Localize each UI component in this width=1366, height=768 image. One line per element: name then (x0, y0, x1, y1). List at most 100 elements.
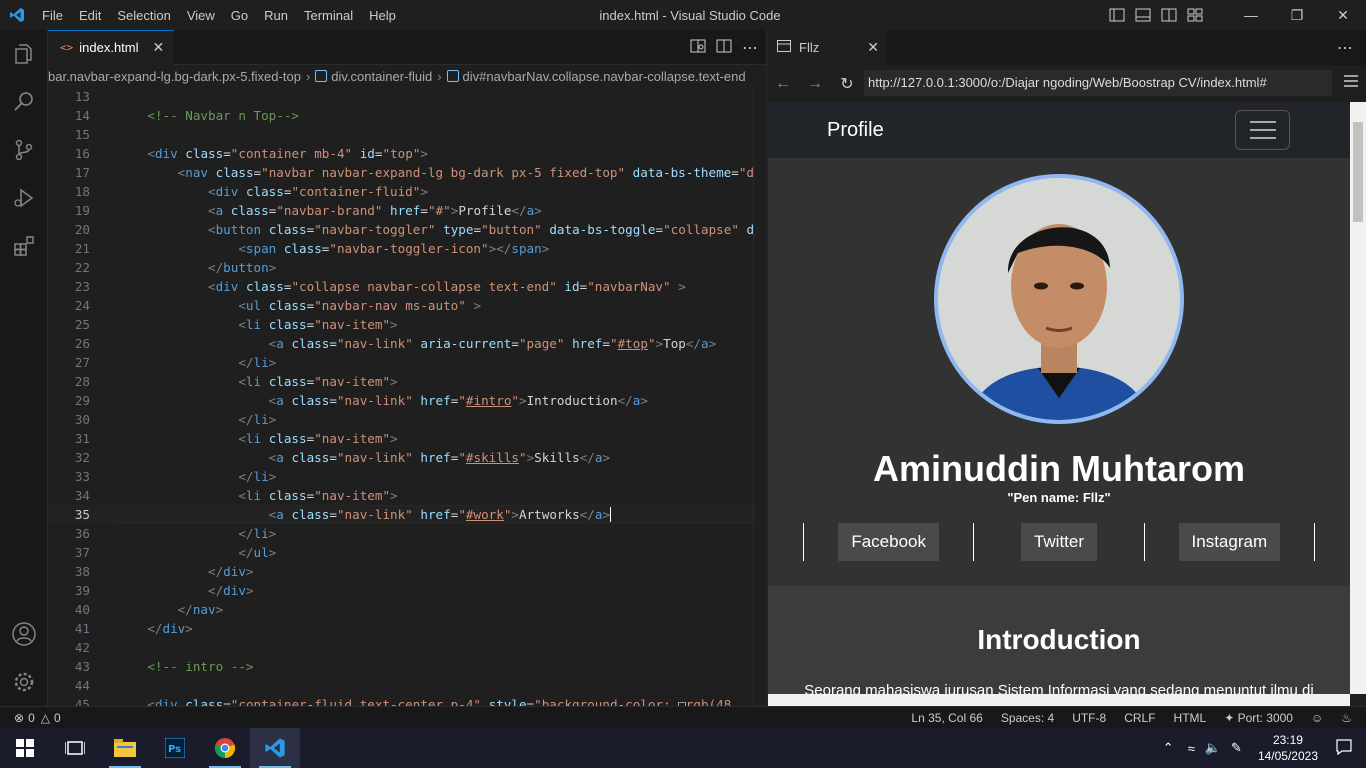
code-line[interactable]: 16 <div class="container mb-4" id="top"> (48, 144, 766, 163)
forward-arrow-icon[interactable]: → (799, 75, 831, 93)
menu-icon[interactable] (1344, 75, 1358, 90)
code-line[interactable]: 30 </li> (48, 410, 766, 429)
menu-terminal[interactable]: Terminal (296, 8, 361, 23)
code-editor[interactable]: 13 14 <!-- Navbar n Top--> 15 16 <div class… (48, 87, 766, 706)
code-line[interactable]: 17 <nav class="navbar navbar-expand-lg b… (48, 163, 766, 182)
volume-icon[interactable]: 🔈 (1205, 740, 1221, 756)
facebook-button[interactable]: Facebook (838, 523, 939, 561)
language-mode[interactable]: HTML (1174, 711, 1207, 725)
menu-edit[interactable]: Edit (71, 8, 109, 23)
chrome-icon[interactable] (200, 728, 250, 768)
code-line[interactable]: 36 </li> (48, 524, 766, 543)
navbar-brand[interactable]: Profile (827, 119, 884, 142)
code-line[interactable]: 23 <div class="collapse navbar-collapse … (48, 277, 766, 296)
code-line[interactable]: 38 </div> (48, 562, 766, 581)
code-line[interactable]: 15 (48, 125, 766, 144)
accounts-icon[interactable] (0, 610, 48, 658)
split-editor-icon[interactable] (716, 38, 732, 57)
settings-gear-icon[interactable] (0, 658, 48, 706)
code-line[interactable]: 26 <a class="nav-link" aria-current="pag… (48, 334, 766, 353)
customize-layout-icon[interactable] (1182, 0, 1208, 30)
tab-index-html[interactable]: <> index.html ✕ (48, 29, 175, 65)
code-line[interactable]: 45 <div class="container-fluid text-cent… (48, 695, 766, 706)
breadcrumb-item[interactable]: div.container-fluid (331, 69, 432, 84)
open-preview-icon[interactable] (690, 38, 706, 57)
reload-icon[interactable]: ↻ (831, 74, 863, 94)
task-view-icon[interactable] (50, 728, 100, 768)
code-line[interactable]: 40 </nav> (48, 600, 766, 619)
code-line[interactable]: 21 <span class="navbar-toggler-icon"></s… (48, 239, 766, 258)
code-line[interactable]: 22 </button> (48, 258, 766, 277)
code-line[interactable]: 34 <li class="nav-item"> (48, 486, 766, 505)
code-line[interactable]: 19 <a class="navbar-brand" href="#">Prof… (48, 201, 766, 220)
minimize-icon[interactable]: — (1228, 0, 1274, 30)
menu-file[interactable]: File (34, 8, 71, 23)
cursor-position[interactable]: Ln 35, Col 66 (911, 711, 982, 725)
close-window-icon[interactable]: ✕ (1320, 0, 1366, 30)
toggle-primary-sidebar-icon[interactable] (1104, 0, 1130, 30)
menu-selection[interactable]: Selection (109, 8, 178, 23)
navbar-toggler-button[interactable] (1235, 110, 1290, 150)
menu-go[interactable]: Go (223, 8, 256, 23)
breadcrumb-item[interactable]: div#navbarNav.collapse.navbar-collapse.t… (463, 69, 746, 84)
encoding[interactable]: UTF-8 (1072, 711, 1106, 725)
code-line[interactable]: 33 </li> (48, 467, 766, 486)
close-tab-icon[interactable]: ✕ (867, 39, 879, 56)
code-line[interactable]: 32 <a class="nav-link" href="#skills">Sk… (48, 448, 766, 467)
feedback-icon[interactable]: ☺ (1311, 711, 1323, 725)
more-actions-icon[interactable]: ⋯ (1337, 38, 1354, 58)
explorer-icon[interactable] (0, 30, 48, 78)
menu-help[interactable]: Help (361, 8, 404, 23)
back-arrow-icon[interactable]: ← (767, 75, 799, 93)
minimap[interactable] (753, 87, 766, 706)
code-line[interactable]: 41 </div> (48, 619, 766, 638)
notification-center-icon[interactable] (1336, 738, 1352, 758)
code-line[interactable]: 43 <!-- intro --> (48, 657, 766, 676)
live-server-port[interactable]: ✦ Port: 3000 (1224, 711, 1293, 725)
code-line[interactable]: 37 </ul> (48, 543, 766, 562)
twitter-button[interactable]: Twitter (1020, 523, 1098, 561)
network-icon[interactable]: ≈ (1188, 741, 1195, 756)
toggle-panel-icon[interactable] (1130, 0, 1156, 30)
pen-icon[interactable]: ✎ (1231, 740, 1242, 756)
tab-preview[interactable]: Fllz ✕ (767, 30, 887, 65)
end-of-line[interactable]: CRLF (1124, 711, 1155, 725)
code-line[interactable]: 35 <a class="nav-link" href="#work">Artw… (48, 505, 766, 524)
source-control-icon[interactable] (0, 126, 48, 174)
code-line[interactable]: 31 <li class="nav-item"> (48, 429, 766, 448)
notifications-bell-icon[interactable]: ♨ (1341, 711, 1352, 725)
url-input[interactable]: http://127.0.0.1:3000/o:/Diajar ngoding/… (864, 70, 1332, 96)
file-explorer-icon[interactable] (100, 728, 150, 768)
code-line[interactable]: 14 <!-- Navbar n Top--> (48, 106, 766, 125)
code-line[interactable]: 25 <li class="nav-item"> (48, 315, 766, 334)
photoshop-icon[interactable]: Ps (150, 728, 200, 768)
close-tab-icon[interactable]: ✕ (153, 39, 165, 56)
code-line[interactable]: 39 </div> (48, 581, 766, 600)
indentation[interactable]: Spaces: 4 (1001, 711, 1054, 725)
horizontal-scrollbar[interactable] (768, 694, 1350, 706)
code-line[interactable]: 42 (48, 638, 766, 657)
toggle-secondary-sidebar-icon[interactable] (1156, 0, 1182, 30)
code-line[interactable]: 29 <a class="nav-link" href="#intro">Int… (48, 391, 766, 410)
chevron-up-icon[interactable]: ⌃ (1163, 740, 1174, 756)
restore-icon[interactable]: ❐ (1274, 0, 1320, 30)
instagram-button[interactable]: Instagram (1178, 523, 1281, 561)
menu-run[interactable]: Run (256, 8, 296, 23)
run-debug-icon[interactable] (0, 174, 48, 222)
vertical-scrollbar[interactable] (1350, 102, 1366, 694)
code-line[interactable]: 18 <div class="container-fluid"> (48, 182, 766, 201)
code-line[interactable]: 13 (48, 87, 766, 106)
problems-indicator[interactable]: ⊗ 0 △ 0 (14, 711, 61, 725)
code-line[interactable]: 27 </li> (48, 353, 766, 372)
clock[interactable]: 23:19 14/05/2023 (1258, 732, 1318, 764)
menu-view[interactable]: View (179, 8, 223, 23)
extensions-icon[interactable] (0, 222, 48, 270)
more-actions-icon[interactable]: ⋯ (742, 38, 758, 58)
search-icon[interactable] (0, 78, 48, 126)
code-line[interactable]: 24 <ul class="navbar-nav ms-auto" > (48, 296, 766, 315)
breadcrumb-item[interactable]: bar.navbar-expand-lg.bg-dark.px-5.fixed-… (48, 69, 301, 84)
code-line[interactable]: 20 <button class="navbar-toggler" type="… (48, 220, 766, 239)
windows-start-icon[interactable] (0, 728, 50, 768)
code-line[interactable]: 28 <li class="nav-item"> (48, 372, 766, 391)
code-line[interactable]: 44 (48, 676, 766, 695)
